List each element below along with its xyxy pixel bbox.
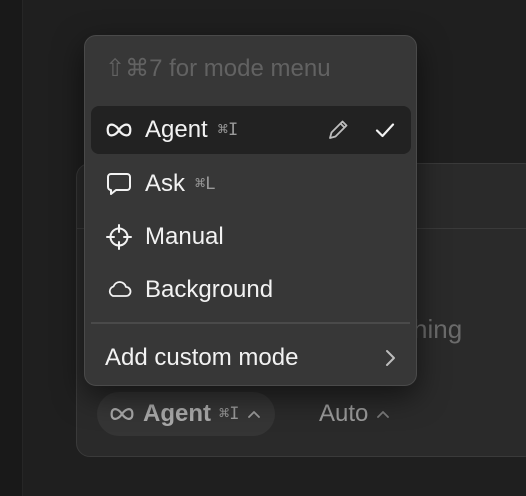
- checkmark-icon: [373, 118, 397, 142]
- menu-item-agent-actions: [325, 106, 397, 154]
- menu-item-add-custom-actions: [383, 334, 397, 382]
- menu-item-background-label: Background: [145, 276, 274, 303]
- menu-item-agent-label: Agent: [145, 116, 208, 143]
- menu-item-add-custom-label: Add custom mode: [105, 344, 299, 371]
- chevron-right-icon: [383, 348, 397, 368]
- menu-item-ask-shortcut: ⌘L: [195, 174, 216, 194]
- pencil-icon[interactable]: [325, 117, 351, 143]
- chat-bubble-icon: [105, 170, 133, 198]
- infinity-icon: [105, 116, 133, 144]
- app-window: hing Agent ⌘I Auto ⇧⌘7 for mode menu Age…: [0, 0, 526, 496]
- menu-item-manual[interactable]: Manual: [91, 213, 411, 261]
- menu-item-ask-label: Ask: [145, 170, 186, 197]
- chevron-up-icon: [247, 409, 261, 419]
- model-selector-button[interactable]: Auto: [319, 392, 390, 436]
- menu-item-add-custom-mode[interactable]: Add custom mode: [91, 334, 411, 382]
- menu-item-agent-shortcut: ⌘I: [217, 120, 239, 140]
- mode-selector-label: Agent: [143, 400, 211, 427]
- crosshair-icon: [105, 223, 133, 251]
- menu-item-agent[interactable]: Agent ⌘I: [91, 106, 411, 154]
- infinity-icon: [109, 406, 135, 422]
- mode-menu-hint: ⇧⌘7 for mode menu: [105, 55, 331, 82]
- menu-item-ask[interactable]: Ask ⌘L: [91, 160, 411, 208]
- menu-item-manual-label: Manual: [145, 223, 224, 250]
- menu-item-background[interactable]: Background: [91, 266, 411, 314]
- mode-selector-shortcut: ⌘I: [219, 404, 240, 424]
- model-selector-label: Auto: [319, 400, 369, 427]
- composer-placeholder[interactable]: hing: [413, 314, 462, 345]
- side-panel: [0, 0, 23, 496]
- mode-menu: ⇧⌘7 for mode menu Agent ⌘I Ask ⌘L Manual…: [84, 35, 417, 386]
- chevron-up-icon: [376, 409, 390, 419]
- menu-separator: [91, 322, 410, 324]
- cloud-icon: [105, 276, 133, 304]
- mode-selector-button[interactable]: Agent ⌘I: [97, 392, 276, 436]
